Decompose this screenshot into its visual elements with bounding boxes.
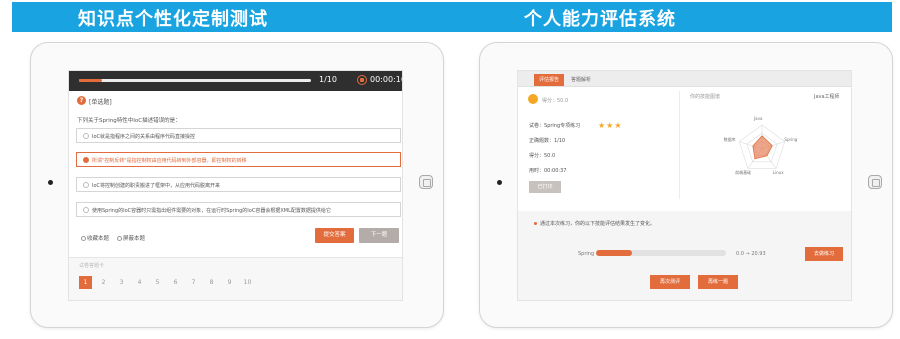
next-button[interactable]: 下一题 bbox=[359, 228, 399, 243]
right-title: 个人能力评估系统 bbox=[524, 9, 676, 30]
assessment-screen: 评估报告 答题解析 得分：50.0 试卷：Spring专项练习 ★★★ 正确题数… bbox=[517, 70, 852, 301]
collect-checkbox[interactable]: 收藏本题 bbox=[81, 234, 109, 242]
radio-icon bbox=[83, 182, 89, 188]
time-line: 用时：00:00:37 bbox=[529, 168, 567, 174]
quiz-progress-bar bbox=[79, 79, 311, 82]
radar-type: Java工程师 bbox=[814, 94, 840, 100]
option-c[interactable]: IoC将控制创建的职责搬进了框架中，从应用代码脱离开来 bbox=[76, 177, 401, 192]
radar-svg bbox=[738, 124, 786, 169]
paper-name: Spring专项练习 bbox=[544, 123, 581, 129]
question-number[interactable]: 5 bbox=[151, 276, 164, 289]
camera-dot bbox=[497, 180, 502, 185]
home-button[interactable] bbox=[868, 175, 882, 189]
timer-text: 00:00:16 bbox=[370, 75, 403, 84]
radar-label: Spring bbox=[784, 136, 798, 142]
checkbox-icon bbox=[81, 236, 86, 241]
score-text: 得分：50.0 bbox=[542, 98, 569, 104]
radar-area bbox=[752, 135, 773, 160]
tablet-assessment: 评估报告 答题解析 得分：50.0 试卷：Spring专项练习 ★★★ 正确题数… bbox=[479, 42, 893, 328]
skill-bar bbox=[596, 250, 726, 256]
skill-radar-chart: Java Spring Linux 前端基础 数据库 bbox=[718, 107, 851, 189]
bullet-icon bbox=[534, 222, 537, 225]
timer-icon bbox=[357, 75, 367, 85]
correct-count: 正确题数：1/10 bbox=[529, 138, 566, 144]
answer-card-label: 试卷答题卡 bbox=[79, 263, 105, 269]
skill-bar-fill bbox=[596, 250, 633, 256]
paper-label: 试卷： bbox=[529, 123, 545, 129]
option-text: IoC就是指程序之间的关系由程序代码直接操控 bbox=[92, 134, 196, 140]
option-text: 使用Spring的IoC容器时只需指出组件需要的对象，在运行时Spring的Io… bbox=[92, 208, 331, 214]
option-b[interactable]: 所谓"控制反转"是指控制权由应用代码转到外部容器，即控制权的转移 bbox=[76, 152, 401, 167]
radar-label: Linux bbox=[772, 170, 784, 176]
question-number[interactable]: 6 bbox=[169, 276, 182, 289]
collect-label: 收藏本题 bbox=[87, 236, 110, 242]
left-title: 知识点个性化定制测试 bbox=[78, 9, 268, 30]
skill-name: Spring bbox=[578, 251, 595, 257]
question-number[interactable]: 10 bbox=[241, 276, 254, 289]
header-banner: 知识点个性化定制测试 个人能力评估系统 bbox=[12, 2, 892, 32]
camera-dot bbox=[48, 180, 53, 185]
progress-count: 1/10 bbox=[319, 75, 337, 84]
option-a[interactable]: IoC就是指程序之间的关系由程序代码直接操控 bbox=[76, 128, 401, 143]
shield-checkbox[interactable]: 屏蔽本题 bbox=[117, 234, 145, 242]
question-number[interactable]: 9 bbox=[223, 276, 236, 289]
question-type-icon: ? bbox=[77, 96, 86, 105]
radar-title: 你的技能图谱 bbox=[690, 94, 721, 100]
question-type: [单选题] bbox=[89, 99, 112, 106]
skill-range: 0.0 → 20.93 bbox=[736, 251, 766, 257]
practice-button[interactable]: 去做练习 bbox=[805, 247, 843, 261]
quiz-header-bar: 1/10 00:00:16 bbox=[69, 71, 402, 91]
question-number[interactable]: 2 bbox=[97, 276, 110, 289]
quiz-progress-fill bbox=[79, 79, 103, 82]
print-report-button[interactable]: 已打印 bbox=[529, 181, 561, 193]
question-number[interactable]: 4 bbox=[133, 276, 146, 289]
option-text: IoC将控制创建的职责搬进了框架中，从应用代码脱离开来 bbox=[92, 183, 221, 189]
progress-message: 通过本次练习，你的以下技能评估结果发生了变化。 bbox=[540, 221, 656, 227]
tab-report[interactable]: 评估报告 bbox=[534, 74, 565, 86]
score-pie-icon bbox=[528, 94, 538, 104]
paper-line: 试卷：Spring专项练习 bbox=[529, 122, 580, 129]
option-d[interactable]: 使用Spring的IoC容器时只需指出组件需要的对象，在运行时Spring的Io… bbox=[76, 202, 401, 217]
score-line: 得分：50.0 bbox=[529, 153, 556, 159]
result-summary: 得分：50.0 试卷：Spring专项练习 ★★★ 正确题数：1/10 得分：5… bbox=[526, 91, 680, 199]
star-rating: ★★★ bbox=[598, 121, 623, 130]
home-button[interactable] bbox=[419, 175, 433, 189]
skill-progress-section: 通过本次练习，你的以下技能评估结果发生了变化。 Spring 0.0 → 20.… bbox=[518, 211, 851, 300]
answer-card: 试卷答题卡 1 2 3 4 5 6 7 8 9 10 bbox=[69, 257, 402, 300]
radio-icon bbox=[83, 133, 89, 139]
radio-icon bbox=[83, 207, 89, 213]
question-text: 下列关于Spring特性中IoC描述错误的是： bbox=[77, 118, 181, 124]
option-text: 所谓"控制反转"是指控制权由应用代码转到外部容器，即控制权的转移 bbox=[92, 158, 247, 164]
radar-label: Java bbox=[754, 116, 763, 121]
question-number[interactable]: 3 bbox=[115, 276, 128, 289]
retry-button[interactable]: 再次测评 bbox=[650, 275, 690, 289]
question-number[interactable]: 8 bbox=[205, 276, 218, 289]
tablet-quiz: 1/10 00:00:16 ? [单选题] 下列关于Spring特性中IoC描述… bbox=[30, 42, 444, 328]
checkbox-icon bbox=[117, 236, 122, 241]
question-number[interactable]: 7 bbox=[187, 276, 200, 289]
tabs-bar: 评估报告 答题解析 bbox=[518, 71, 851, 87]
quiz-screen: 1/10 00:00:16 ? [单选题] 下列关于Spring特性中IoC描述… bbox=[68, 70, 403, 301]
radar-label: 数据库 bbox=[723, 136, 736, 142]
radio-icon bbox=[83, 157, 89, 163]
again-button[interactable]: 再练一题 bbox=[698, 275, 738, 289]
question-number[interactable]: 1 bbox=[79, 276, 92, 289]
tab-analysis[interactable]: 答题解析 bbox=[566, 74, 596, 86]
radar-label: 前端基础 bbox=[735, 170, 752, 176]
submit-button[interactable]: 提交答案 bbox=[315, 228, 354, 243]
shield-label: 屏蔽本题 bbox=[123, 236, 146, 242]
